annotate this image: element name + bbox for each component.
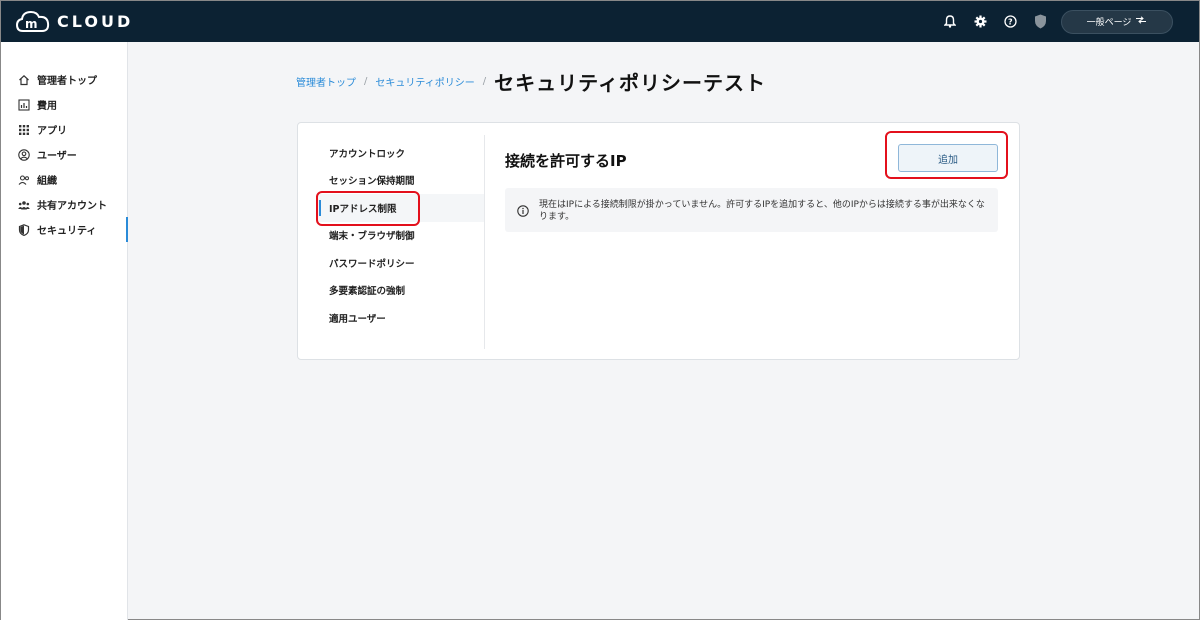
svg-text:?: ? xyxy=(1008,18,1013,27)
top-bar: m CLOUD ? 一般ページ xyxy=(1,1,1199,42)
menu-item-applied-users[interactable]: 適用ユーザー xyxy=(316,304,484,332)
menu-item-account-lock[interactable]: アカウントロック xyxy=(316,139,484,167)
sidebar-item-label: 管理者トップ xyxy=(37,76,97,87)
notice-text: 現在はIPによる接続制限が掛かっていません。許可するIPを追加すると、他のIPか… xyxy=(539,200,985,222)
shield-icon[interactable] xyxy=(1025,1,1055,42)
menu-item-mfa-enforcement[interactable]: 多要素認証の強制 xyxy=(316,277,484,305)
general-page-label: 一般ページ xyxy=(1086,18,1132,28)
user-icon xyxy=(18,148,30,161)
logo[interactable]: m CLOUD xyxy=(15,9,133,35)
info-icon xyxy=(517,202,529,217)
logo-letter: m xyxy=(25,17,38,31)
policy-settings-card: アカウントロック セッション保持期間 IPアドレス制限 端末・ブラウザ制御 パス… xyxy=(297,122,1020,360)
menu-divider xyxy=(484,135,485,349)
swap-arrows-icon xyxy=(1135,16,1147,27)
sidebar-item-users[interactable]: ユーザー xyxy=(1,142,127,167)
shield-icon xyxy=(18,223,30,236)
gear-icon[interactable] xyxy=(965,1,995,42)
help-icon[interactable]: ? xyxy=(995,1,1025,42)
sidebar-item-admin-top[interactable]: 管理者トップ xyxy=(1,67,127,92)
menu-item-session-duration[interactable]: セッション保持期間 xyxy=(316,167,484,195)
breadcrumb-link-security-policy[interactable]: セキュリティポリシー xyxy=(375,74,474,89)
sidebar-item-costs[interactable]: 費用 xyxy=(1,92,127,117)
sidebar-item-label: 組織 xyxy=(37,176,57,187)
breadcrumb: 管理者トップ / セキュリティポリシー / セキュリティポリシーテスト xyxy=(296,67,766,96)
logo-text: CLOUD xyxy=(57,12,134,31)
sidebar-item-label: ユーザー xyxy=(37,151,77,162)
section-title: 接続を許可するIP xyxy=(505,152,627,170)
group-icon xyxy=(18,174,30,186)
chart-icon xyxy=(18,98,30,111)
grid-icon xyxy=(18,124,30,136)
page-title: セキュリティポリシーテスト xyxy=(494,71,766,95)
add-button[interactable]: 追加 xyxy=(898,144,998,172)
breadcrumb-link-admin-top[interactable]: 管理者トップ xyxy=(296,74,356,89)
home-icon xyxy=(18,74,30,86)
menu-item-device-browser-control[interactable]: 端末・ブラウザ制御 xyxy=(316,222,484,250)
policy-menu: アカウントロック セッション保持期間 IPアドレス制限 端末・ブラウザ制御 パス… xyxy=(316,139,484,332)
menu-item-ip-restriction[interactable]: IPアドレス制限 xyxy=(316,194,484,222)
shared-users-icon xyxy=(18,199,30,211)
sidebar-item-apps[interactable]: アプリ xyxy=(1,117,127,142)
menu-item-password-policy[interactable]: パスワードポリシー xyxy=(316,249,484,277)
sidebar-item-organization[interactable]: 組織 xyxy=(1,167,127,192)
general-page-button[interactable]: 一般ページ xyxy=(1061,9,1173,34)
sidebar-item-security[interactable]: セキュリティ xyxy=(1,217,128,242)
sidebar-item-label: アプリ xyxy=(37,126,67,137)
sidebar-item-label: 共有アカウント xyxy=(37,201,107,212)
info-notice: 現在はIPによる接続制限が掛かっていません。許可するIPを追加すると、他のIPか… xyxy=(505,188,998,232)
sidebar: 管理者トップ 費用 アプリ ユーザー 組織 共有アカウント セキュリティ xyxy=(1,42,128,620)
sidebar-item-label: 費用 xyxy=(37,101,57,112)
sidebar-item-label: セキュリティ xyxy=(37,226,97,237)
breadcrumb-separator: / xyxy=(364,76,368,87)
bell-icon[interactable] xyxy=(935,1,965,42)
cloud-logo-icon: m xyxy=(15,9,51,35)
sidebar-item-shared-accounts[interactable]: 共有アカウント xyxy=(1,192,127,217)
breadcrumb-separator: / xyxy=(482,76,487,87)
